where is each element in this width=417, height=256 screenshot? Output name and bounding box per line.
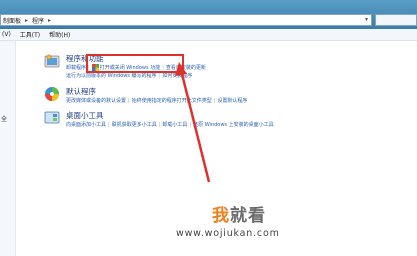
watermark-logo: 我 就 看 xyxy=(212,201,265,226)
watermark-url: www.wojiukan.com xyxy=(176,228,280,239)
watermark-char: 就 xyxy=(230,206,247,226)
annotation-arrow xyxy=(175,62,211,183)
watermark-char: 我 xyxy=(212,206,229,226)
watermark-char: 看 xyxy=(248,206,265,226)
